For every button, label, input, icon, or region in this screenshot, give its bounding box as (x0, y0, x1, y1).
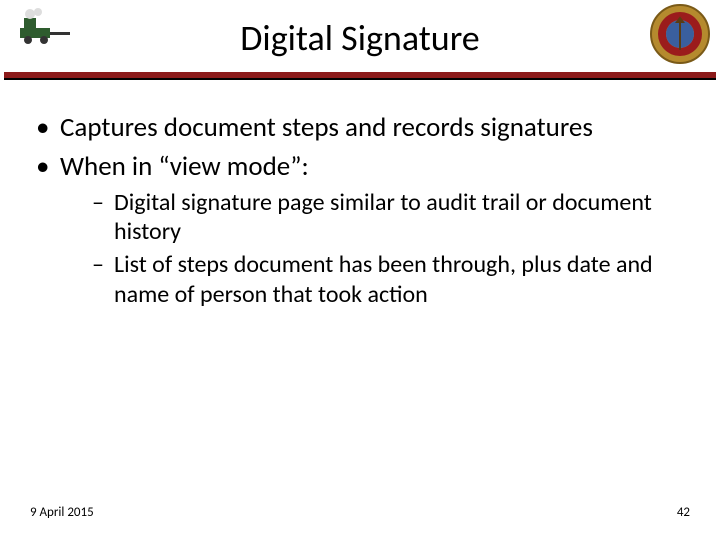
footer-date: 9 April 2015 (30, 505, 94, 520)
header-divider (4, 72, 716, 78)
bullet-text: When in “view mode”: (60, 150, 309, 183)
slide-body: Captures document steps and records sign… (0, 72, 720, 309)
bullet-list: Captures document steps and records sign… (30, 112, 690, 309)
footer-page-number: 42 (677, 505, 690, 520)
slide-header: Digital Signature (0, 0, 720, 72)
sub-bullet-item: List of steps document has been through,… (60, 250, 690, 309)
bullet-item: Captures document steps and records sign… (30, 112, 690, 145)
sub-bullet-list: Digital signature page similar to audit … (60, 188, 690, 309)
usmc-seal-icon (650, 4, 710, 64)
sub-bullet-item: Digital signature page similar to audit … (60, 188, 690, 247)
slide: Digital Signature Captures document step… (0, 0, 720, 540)
bullet-item: When in “view mode”: Digital signature p… (30, 151, 690, 309)
slide-title: Digital Signature (0, 16, 720, 60)
